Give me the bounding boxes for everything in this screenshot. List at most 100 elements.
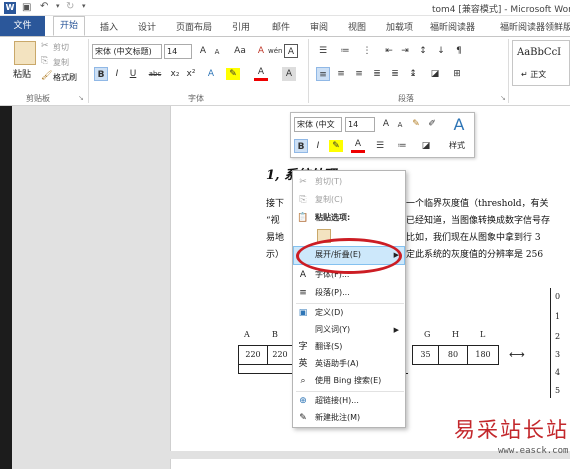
redo-icon[interactable]: ↻ [66, 1, 74, 12]
text-effects-icon[interactable]: A [204, 67, 218, 81]
table-cell[interactable]: 80 [438, 345, 468, 365]
document-page-next[interactable] [170, 459, 570, 469]
align-left-icon[interactable]: ≡ [316, 67, 330, 81]
menu-paragraph[interactable]: ≡ 段落(P)... [293, 284, 405, 302]
mini-italic-button[interactable]: I [311, 139, 325, 153]
mini-format-painter-icon[interactable]: ✎ [409, 117, 423, 131]
shrink-font-button[interactable]: A [210, 45, 224, 59]
highlight-color-icon[interactable]: ✎ [226, 68, 240, 80]
font-name-combo[interactable]: 宋体 (中文标题) [92, 44, 162, 59]
font-size-combo[interactable]: 14 [164, 44, 192, 59]
menu-bing-search[interactable]: ⌕ 使用 Bing 搜索(E) [293, 372, 405, 390]
copy-button[interactable]: 复制 [53, 57, 69, 68]
distributed-icon[interactable]: ≣ [388, 67, 402, 81]
chinese-layout-icon[interactable]: ↕ [416, 44, 430, 58]
strikethrough-button[interactable]: abc [146, 67, 164, 81]
show-marks-icon[interactable]: ¶ [452, 44, 466, 58]
decrease-indent-icon[interactable]: ⇤ [382, 44, 396, 58]
body-line-2-left[interactable]: “视 [266, 213, 280, 226]
menu-new-comment[interactable]: ✎ 新建批注(M) [293, 409, 405, 427]
mini-font-combo[interactable]: 宋体 (中文 [294, 117, 342, 132]
style-normal[interactable]: AaBbCcI ↵ 正文 [512, 40, 570, 86]
save-icon[interactable]: ▣ [22, 2, 31, 13]
grow-font-button[interactable]: A [196, 44, 210, 58]
quick-access-dropdown-icon[interactable]: ▾ [82, 2, 86, 10]
multilevel-list-icon[interactable]: ⋮ [360, 44, 374, 58]
body-line-2-right[interactable]: 已经知道，当图像转换成数字信号存 [406, 213, 550, 226]
mini-styles-icon[interactable]: A [449, 115, 469, 135]
cut-icon[interactable]: ✂ [41, 41, 49, 51]
mini-bullets-icon[interactable]: ☰ [373, 139, 387, 153]
mini-shrink-font-icon[interactable]: A [393, 118, 407, 132]
mini-styles-gallery-icon[interactable]: ✐ [425, 117, 439, 131]
mini-font-color-icon[interactable]: A [351, 139, 365, 153]
character-border-button[interactable]: A [284, 44, 298, 58]
increase-indent-icon[interactable]: ⇥ [398, 44, 412, 58]
tab-file[interactable]: 文件 [0, 16, 45, 36]
justify-icon[interactable]: ≣ [370, 67, 384, 81]
mini-size-combo[interactable]: 14 [345, 117, 375, 132]
body-line-1-right[interactable]: 一个临界灰度值（threshold，有关 [406, 196, 549, 209]
menu-translate[interactable]: 字翻译(S) [293, 338, 405, 356]
word-app-icon[interactable]: W [4, 2, 16, 14]
menu-hyperlink[interactable]: ⊕ 超链接(H)... [293, 392, 405, 410]
body-line-3-right[interactable]: 比如，我们现在从图象中拿到行 3 [406, 230, 541, 243]
numbering-icon[interactable]: ≔ [338, 44, 352, 58]
tab-design[interactable]: 设计 [138, 20, 156, 33]
table-cell[interactable]: 220 [267, 345, 293, 365]
body-line-4-left[interactable]: 示） [266, 247, 284, 260]
copy-icon[interactable]: ⎘ [41, 56, 48, 66]
mini-numbering-icon[interactable]: ≔ [395, 139, 409, 153]
table-cell[interactable]: 180 [467, 345, 499, 365]
paste-button-label[interactable]: 粘贴 [13, 67, 31, 80]
menu-copy[interactable]: ⎘ 复制(C) [293, 191, 405, 209]
line-spacing-icon[interactable]: ↨ [406, 67, 420, 81]
tab-home[interactable]: 开始 [53, 16, 86, 36]
borders-icon[interactable]: ⊞ [450, 67, 464, 81]
body-line-1-left[interactable]: 接下 [266, 196, 284, 209]
menu-define[interactable]: ▣ 定义(D) [293, 304, 405, 322]
paragraph-launcher-icon[interactable]: ↘ [500, 94, 506, 102]
format-painter-icon[interactable]: 🖌 [41, 71, 52, 81]
change-case-button[interactable]: Aa [230, 44, 250, 58]
undo-icon[interactable]: ↶ [40, 1, 48, 12]
mini-styles-label[interactable]: 样式 [449, 140, 465, 151]
mini-bold-button[interactable]: B [294, 139, 308, 153]
tab-insert[interactable]: 插入 [100, 20, 118, 33]
tab-foxit-reader[interactable]: 福昕阅读器 [430, 20, 475, 33]
mini-grow-font-icon[interactable]: A [379, 117, 393, 131]
tab-mailings[interactable]: 邮件 [272, 20, 290, 33]
font-color-icon[interactable]: A [254, 67, 268, 81]
mini-highlight-icon[interactable]: ✎ [329, 140, 343, 152]
body-line-4-right[interactable]: 定此系统的灰度值的分辨率是 256 [406, 247, 543, 260]
tab-view[interactable]: 视图 [348, 20, 366, 33]
tab-page-layout[interactable]: 页面布局 [176, 20, 212, 33]
cut-button[interactable]: 剪切 [53, 42, 69, 53]
table-cell[interactable]: 220 [238, 345, 268, 365]
align-right-icon[interactable]: ≡ [352, 67, 366, 81]
clear-formatting-button[interactable]: A [254, 44, 268, 58]
undo-dropdown-icon[interactable]: ▾ [56, 2, 60, 10]
shading-icon[interactable]: ◪ [428, 67, 442, 81]
superscript-button[interactable]: x² [184, 67, 198, 81]
format-painter-button[interactable]: 格式刷 [53, 72, 77, 83]
mini-shading-icon[interactable]: ◪ [419, 139, 433, 153]
tab-foxit-reader-early[interactable]: 福昕阅读器领鲜版 [500, 20, 570, 33]
body-line-3-left[interactable]: 易地 [266, 230, 284, 243]
menu-english-assistant[interactable]: 英英语助手(A) [293, 355, 405, 373]
clipboard-launcher-icon[interactable]: ↘ [78, 94, 84, 102]
tab-review[interactable]: 审阅 [310, 20, 328, 33]
character-shading-icon[interactable]: A [282, 67, 296, 81]
bold-button[interactable]: B [94, 67, 108, 81]
subscript-button[interactable]: x₂ [168, 67, 182, 81]
italic-button[interactable]: I [110, 67, 124, 81]
sort-icon[interactable]: ↓ [434, 44, 448, 58]
bullets-icon[interactable]: ☰ [316, 44, 330, 58]
menu-synonyms[interactable]: 同义词(Y) ▶ [293, 321, 405, 339]
table-cell[interactable]: 35 [412, 345, 439, 365]
align-center-icon[interactable]: ≡ [334, 67, 348, 81]
tab-references[interactable]: 引用 [232, 20, 250, 33]
phonetic-guide-button[interactable]: wén [268, 44, 282, 58]
underline-button[interactable]: U [126, 67, 140, 81]
menu-cut[interactable]: ✂ 剪切(T) [293, 173, 405, 191]
